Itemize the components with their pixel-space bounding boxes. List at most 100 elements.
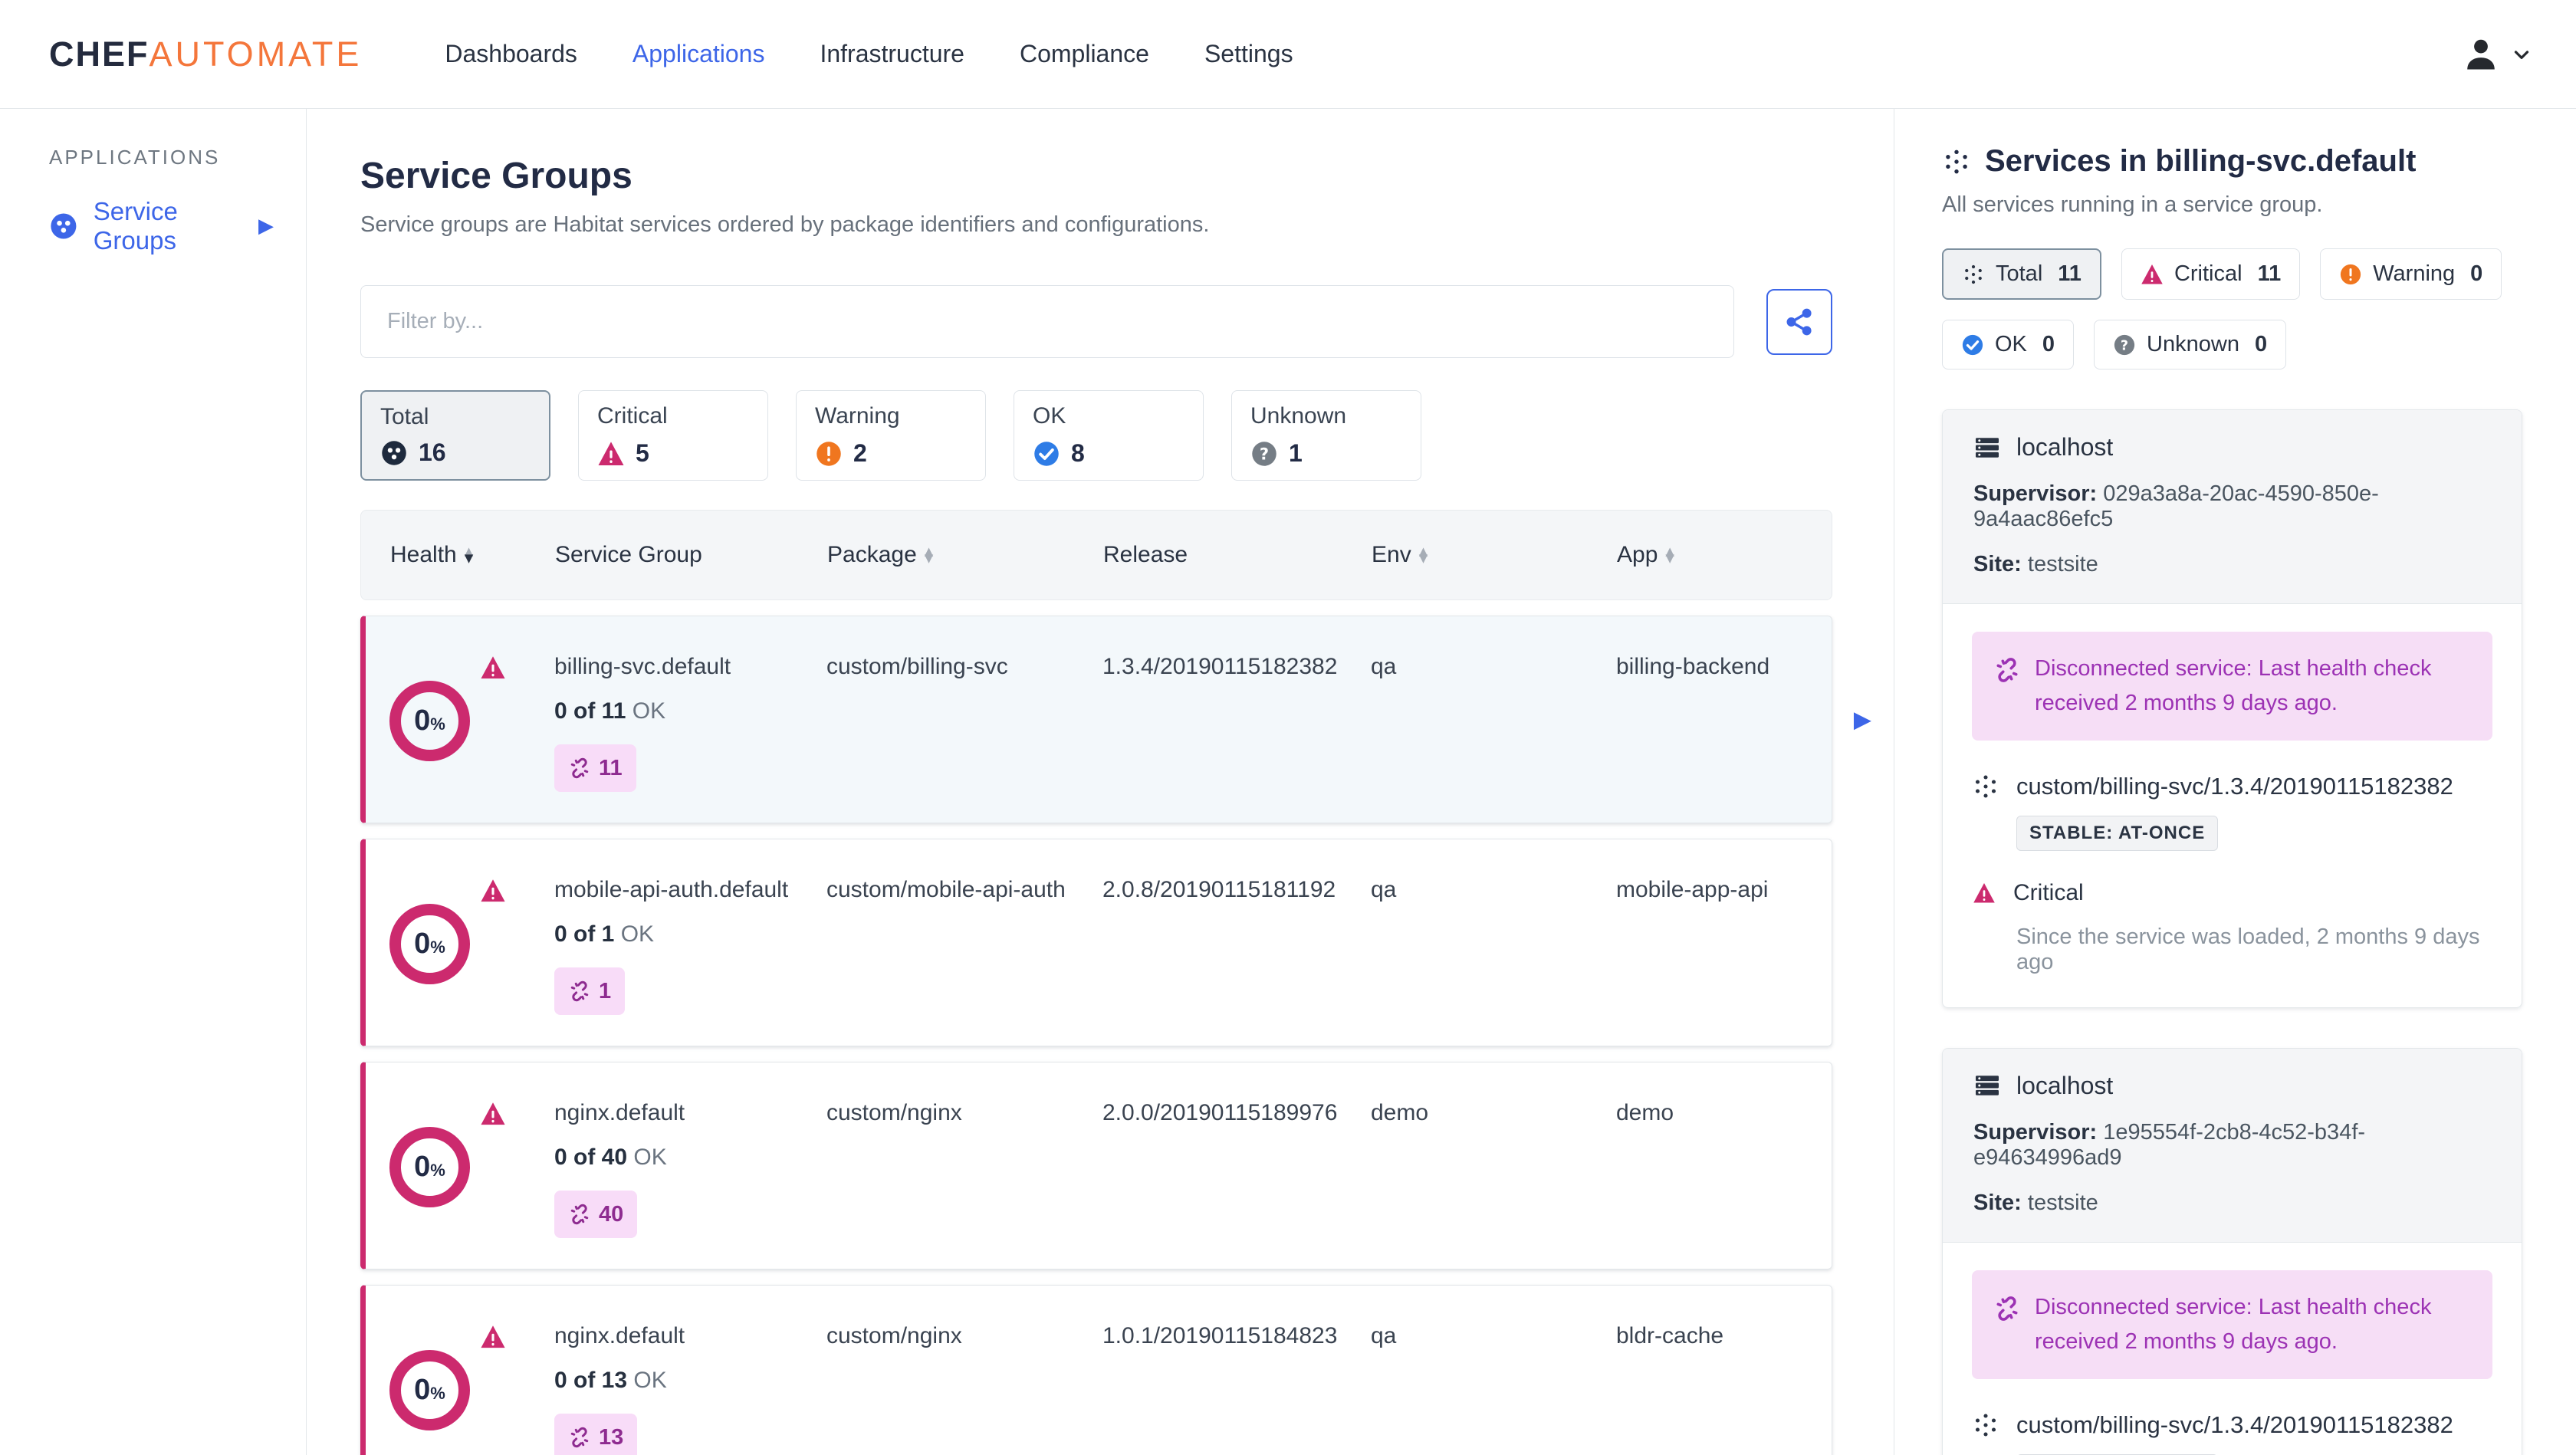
sort-icon[interactable]: ▲ ▼ xyxy=(925,545,934,564)
filter-card-total[interactable]: Total 16 xyxy=(360,390,550,481)
critical-icon xyxy=(598,441,624,465)
disconnected-count: 40 xyxy=(599,1202,624,1227)
expand-arrow-icon[interactable]: ▶ xyxy=(258,215,274,238)
chef-automate-logo[interactable]: CHEFAUTOMATE xyxy=(49,34,362,74)
svg-text:?: ? xyxy=(1260,445,1269,463)
service-status: Critical xyxy=(1972,880,2492,906)
column-header-package[interactable]: Package ▲ ▼ xyxy=(827,542,1103,568)
table-row[interactable]: 0% mobile-api-auth.default 0 of 1 OK 1 c… xyxy=(360,839,1832,1047)
health-cell: 0% xyxy=(389,650,554,792)
ok-suffix: OK xyxy=(620,921,655,947)
ok-icon xyxy=(1034,441,1059,466)
share-button[interactable] xyxy=(1766,288,1832,355)
user-icon xyxy=(2467,39,2495,69)
pill-critical[interactable]: Critical 11 xyxy=(2121,248,2301,300)
service-card-header: localhost Supervisor: 029a3a8a-20ac-4590… xyxy=(1943,410,2522,604)
app-cell: demo xyxy=(1616,1100,1674,1126)
site-value: testsite xyxy=(2027,1190,2098,1215)
critical-icon xyxy=(481,1102,505,1125)
unknown-icon: ? xyxy=(1252,441,1276,466)
release-cell: 1.3.4/20190115182382 xyxy=(1102,654,1338,679)
user-menu[interactable] xyxy=(2461,34,2533,74)
health-cell: 0% xyxy=(389,1319,554,1455)
table-row[interactable]: 0% nginx.default 0 of 13 OK 13 custom/ng… xyxy=(360,1285,1832,1455)
env-cell: qa xyxy=(1371,1323,1397,1349)
sort-icon[interactable]: ▲ ▼ xyxy=(465,545,474,564)
disconnected-banner-text: Disconnected service: Last health check … xyxy=(2035,1294,2432,1354)
disconnected-badge[interactable]: 40 xyxy=(554,1191,638,1239)
pill-ok[interactable]: OK 0 xyxy=(1942,320,2075,369)
sort-icon[interactable]: ▲ ▼ xyxy=(1419,545,1428,564)
critical-icon xyxy=(1973,882,1995,903)
package-identifier-text: custom/billing-svc/1.3.4/20190115182382 xyxy=(2016,1411,2453,1438)
pill-count: 11 xyxy=(2058,261,2082,286)
filter-card-ok[interactable]: OK 8 xyxy=(1014,390,1204,481)
filter-card-critical[interactable]: Critical 5 xyxy=(578,390,768,481)
column-header-service-group[interactable]: Service Group xyxy=(555,542,827,568)
disconnected-badge[interactable]: 1 xyxy=(554,967,626,1016)
nav-tab-dashboards[interactable]: Dashboards xyxy=(445,40,577,68)
disconnected-count: 13 xyxy=(599,1425,624,1450)
filter-input[interactable] xyxy=(360,285,1734,358)
warning-icon xyxy=(2341,264,2361,284)
column-header-env[interactable]: Env ▲ ▼ xyxy=(1372,542,1617,568)
ok-count: 0 of 11 xyxy=(554,698,626,724)
service-card-body: Disconnected service: Last health check … xyxy=(1943,604,2522,1007)
column-header-app[interactable]: App ▲ ▼ xyxy=(1617,542,1832,568)
service-card: localhost Supervisor: 1e95554f-2cb8-4c52… xyxy=(1942,1047,2522,1455)
package-cell: custom/nginx xyxy=(826,1323,962,1349)
host-name: localhost xyxy=(2016,433,2114,461)
unknown-icon: ? xyxy=(2114,334,2135,355)
critical-icon xyxy=(2141,264,2163,284)
pill-label: Unknown xyxy=(2147,332,2239,356)
pill-warning[interactable]: Warning 0 xyxy=(2320,248,2502,300)
column-header-release[interactable]: Release xyxy=(1103,542,1372,568)
service-groups-icon xyxy=(51,213,77,239)
filter-card-label: Warning xyxy=(815,403,900,429)
sidebar-item-label: Service Groups xyxy=(93,197,178,255)
filter-card-warning[interactable]: Warning 2 xyxy=(796,390,986,481)
site-label: Site: xyxy=(1973,1190,2022,1215)
pill-count: 0 xyxy=(2042,332,2055,356)
filter-card-label: OK xyxy=(1033,403,1066,429)
panel-subtitle: All services running in a service group. xyxy=(1942,192,2323,217)
service-group-name: billing-svc.default xyxy=(554,654,731,679)
nav-tab-applications[interactable]: Applications xyxy=(632,40,765,68)
pill-total[interactable]: Total 11 xyxy=(1942,248,2101,300)
column-header-health[interactable]: Health ▲ ▼ xyxy=(390,542,555,568)
service-group-name: nginx.default xyxy=(554,1100,685,1126)
nav-tab-compliance[interactable]: Compliance xyxy=(1020,40,1149,68)
pill-count: 0 xyxy=(2470,261,2483,286)
dots-grid-icon xyxy=(1965,264,1982,284)
dots-grid-icon xyxy=(1975,775,1996,798)
critical-icon xyxy=(481,879,505,902)
service-group-cell: nginx.default 0 of 40 OK 40 xyxy=(554,1096,826,1239)
disconnected-badge[interactable]: 13 xyxy=(554,1414,638,1455)
service-card-body: Disconnected service: Last health check … xyxy=(1943,1243,2522,1455)
filter-card-unknown[interactable]: Unknown ? 1 xyxy=(1231,390,1421,481)
page-title: Service Groups xyxy=(360,156,632,196)
release-cell: 2.0.0/20190115189976 xyxy=(1102,1100,1338,1126)
app-cell: mobile-app-api xyxy=(1616,877,1769,903)
nav-tab-settings[interactable]: Settings xyxy=(1204,40,1293,68)
sort-icon[interactable]: ▲ ▼ xyxy=(1665,545,1674,564)
package-cell: custom/mobile-api-auth xyxy=(826,877,1066,903)
health-donut: 0% xyxy=(389,904,470,985)
disconnected-banner-text: Disconnected service: Last health check … xyxy=(2035,656,2432,715)
filter-card-label: Total xyxy=(380,404,429,429)
service-status-text: Critical xyxy=(2013,879,2084,905)
broken-link-icon xyxy=(570,980,589,1002)
broken-link-icon xyxy=(570,1427,589,1448)
logo-automate: AUTOMATE xyxy=(149,34,363,74)
table-row[interactable]: 0% billing-svc.default 0 of 11 OK 11 cus… xyxy=(360,616,1871,824)
critical-icon xyxy=(481,656,505,679)
table-row[interactable]: 0% nginx.default 0 of 40 OK 40 custom/ng… xyxy=(360,1062,1832,1270)
pill-unknown[interactable]: ? Unknown 0 xyxy=(2094,320,2287,369)
disconnected-badge[interactable]: 11 xyxy=(554,744,636,793)
sidebar-item-service-groups[interactable]: Service Groups ▶ xyxy=(49,197,306,255)
pill-count: 11 xyxy=(2257,261,2282,286)
broken-link-icon xyxy=(570,1204,589,1225)
warning-icon xyxy=(816,441,841,466)
broken-link-icon xyxy=(1996,1296,2018,1321)
nav-tab-infrastructure[interactable]: Infrastructure xyxy=(820,40,964,68)
